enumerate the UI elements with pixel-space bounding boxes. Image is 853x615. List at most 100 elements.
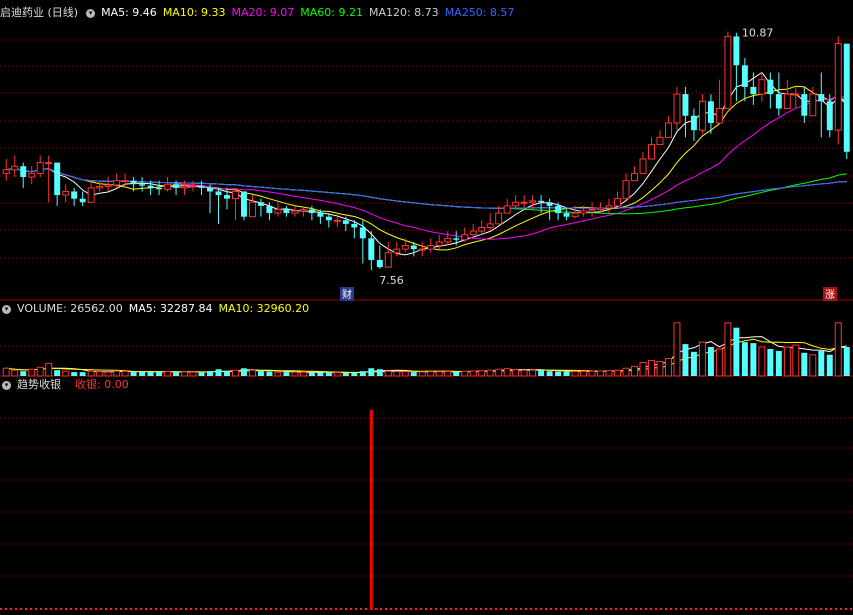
candle-body-down <box>20 166 27 178</box>
candle-body-down <box>71 191 78 199</box>
volume-bar-up <box>783 346 791 377</box>
volume-bar-down <box>368 368 375 376</box>
finance-tag[interactable]: 财 <box>342 288 352 301</box>
candle-body-up <box>427 245 435 250</box>
volume-bar-down <box>733 327 740 376</box>
candle-body-down <box>826 101 833 131</box>
volume-bar-up <box>478 370 486 377</box>
candlesticks <box>2 31 850 271</box>
volume-bar-down <box>555 371 562 376</box>
volume-bar-up <box>2 367 10 377</box>
volume-bar-up <box>673 322 681 377</box>
candle-body-up <box>698 100 706 131</box>
candle-body-up <box>664 122 672 138</box>
ma5-line <box>6 71 848 256</box>
volume-bar-down <box>283 372 290 376</box>
candle-body-up <box>435 241 443 247</box>
volume-bar-down <box>215 369 222 376</box>
candle-body-down <box>79 198 86 203</box>
volume-bar-down <box>317 372 324 376</box>
candle-body-down <box>538 200 545 203</box>
volume-bar-up <box>512 369 520 377</box>
volume-bar-up <box>181 371 189 377</box>
candle-body-up <box>580 210 588 214</box>
volume-bar-up <box>393 371 401 377</box>
volume-bar-up <box>274 371 282 377</box>
volume-bar-up <box>809 354 817 377</box>
volume-bar-up <box>427 371 435 377</box>
volume-bar-up <box>232 369 239 377</box>
volume-bar-up <box>11 369 19 377</box>
volume-bar-down <box>198 372 205 376</box>
candle-body-up <box>809 93 817 117</box>
volume-bar-up <box>45 362 53 377</box>
volume-bar-up <box>605 370 613 377</box>
volume-bar-down <box>342 372 349 376</box>
volume-bar-up <box>503 368 511 377</box>
candle-body-down <box>215 191 222 196</box>
stock-title[interactable]: 启迪药业 (日线) <box>0 6 78 19</box>
candle-body-down <box>767 79 774 95</box>
volume-bar-up <box>698 341 706 377</box>
candle-body-down <box>173 184 180 188</box>
candle-body-up <box>333 219 341 222</box>
volume-bar-down <box>325 372 332 376</box>
candle-body-up <box>529 200 537 203</box>
candle-body-up <box>164 183 172 190</box>
indicator-name[interactable]: 趋势收银 <box>17 378 61 391</box>
volume-bar-up <box>121 370 129 377</box>
volume-bar-up <box>62 370 70 377</box>
candle-body-up <box>792 93 800 96</box>
candle-body-up <box>401 245 409 250</box>
indicator-signal <box>369 410 373 610</box>
candle-body-down <box>376 259 383 268</box>
chevron-down-icon[interactable]: ▾ <box>86 8 96 18</box>
volume-bar-up <box>435 371 443 377</box>
candle-body-up <box>648 144 655 160</box>
volume-bar-down <box>224 371 230 376</box>
volume-bar-up <box>333 372 341 377</box>
candle-body-down <box>682 94 689 116</box>
candle-body-up <box>181 185 189 189</box>
candle-body-down <box>801 94 808 116</box>
high-price-label: 10.87 <box>742 26 774 39</box>
volume-bar-down <box>775 350 782 376</box>
volume-bar-up <box>486 369 494 377</box>
limit-up-tag[interactable]: 涨 <box>825 289 835 301</box>
signal-bar <box>369 410 373 610</box>
indicator-header: ▾ 趋势收银 收银: 0.00 <box>0 378 135 392</box>
volume-bar-down <box>266 371 273 376</box>
candle-body-down <box>368 238 375 260</box>
candle-body-up <box>614 198 621 207</box>
volume-label: VOLUME: 26562.00 <box>17 302 123 315</box>
candle-body-up <box>189 185 197 188</box>
candle-body-up <box>113 180 121 186</box>
ma60-line <box>6 167 847 215</box>
volume-bar-up <box>299 371 307 377</box>
candle-body-up <box>724 35 732 110</box>
candle-body-down <box>750 86 757 95</box>
ma-label-5: MA250: 8.57 <box>444 6 515 19</box>
volume-bar-up <box>758 346 766 377</box>
candle-body-up <box>11 165 19 171</box>
candle-body-down <box>257 202 264 206</box>
candle-body-up <box>597 207 605 210</box>
volume-bar-up <box>87 370 95 377</box>
ma-legend: MA5: 9.46 MA10: 9.33 MA20: 9.07 MA60: 9.21 M… <box>101 6 520 19</box>
candle-body-up <box>656 136 664 146</box>
volume-bars <box>2 322 850 377</box>
volume-bar-up <box>113 370 121 377</box>
ma-label-3: MA60: 9.21 <box>300 6 363 19</box>
volume-bar-down <box>690 351 697 376</box>
volume-bar-down <box>139 371 146 376</box>
candle-body-up <box>461 234 469 241</box>
chevron-down-icon[interactable]: ▾ <box>2 380 11 390</box>
chevron-down-icon[interactable]: ▾ <box>2 304 11 314</box>
volume-bar-down <box>257 371 264 376</box>
volume-bar-down <box>173 372 180 376</box>
volume-header: ▾ VOLUME: 26562.00 MA5: 32287.84 MA10: 3296… <box>0 302 315 316</box>
candle-body-up <box>291 210 299 214</box>
moving-average-lines <box>6 71 848 256</box>
candle-body-up <box>478 227 486 232</box>
candle-body-up <box>520 201 528 204</box>
